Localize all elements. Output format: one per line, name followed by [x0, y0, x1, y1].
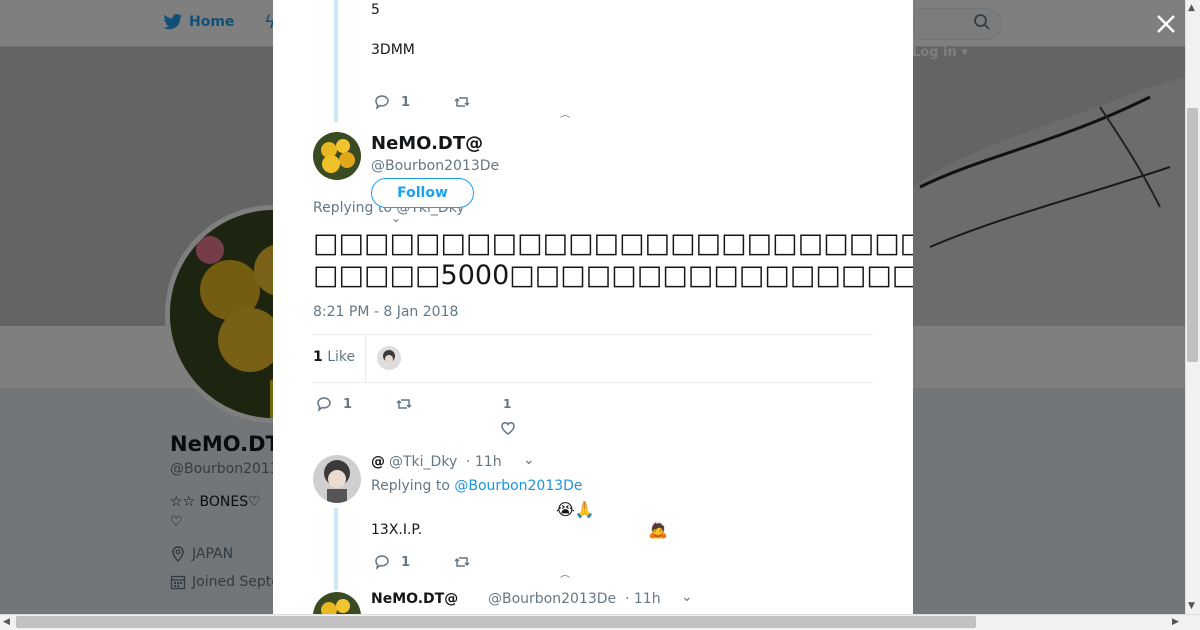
tweet-time[interactable]: · 11h [625, 591, 661, 607]
reply-emojis: 😭🙏 [556, 500, 595, 519]
retweet-icon[interactable] [453, 553, 471, 571]
reply-time[interactable]: · 11h [466, 454, 502, 470]
tweet-author-avatar[interactable] [313, 592, 361, 614]
reply-count: 1 [343, 396, 353, 412]
chevron-down-icon[interactable]: ⌄ [681, 589, 693, 605]
chevron-down-icon[interactable]: ⌄ [523, 452, 535, 468]
likes-stat[interactable]: 1 Like [313, 349, 355, 365]
tweet-author-handle[interactable]: @Bourbon2013De [371, 158, 499, 174]
more-replies-indicator[interactable]: ⌒ [560, 112, 570, 127]
divider [313, 382, 873, 383]
scroll-right-arrow[interactable]: ▶ [1172, 617, 1179, 627]
tweet-text-line: □□□□□□□□□□□□□□□□□□□□□□□□□□□□X.I.P.□□□□□□… [313, 228, 913, 259]
replying-handle-link[interactable]: @Bourbon2013De [454, 478, 582, 494]
retweet-icon[interactable] [453, 93, 471, 111]
reply-icon [375, 95, 389, 110]
reply-replying-to: Replying to @Bourbon2013De [371, 478, 583, 494]
reply-author-avatar[interactable] [313, 455, 361, 503]
likes-label: Like [327, 349, 356, 365]
close-icon[interactable] [1152, 10, 1180, 38]
likes-count: 1 [313, 349, 323, 365]
reply-text: 13X.I.P. [371, 522, 423, 538]
scroll-down-arrow[interactable]: ▼ [1188, 601, 1195, 611]
reply-count: 1 [401, 94, 411, 110]
horizontal-scroll-thumb[interactable] [16, 616, 976, 628]
prev-tweet-line: 5 [371, 2, 380, 18]
reply-count: 1 [401, 554, 411, 570]
scroll-left-arrow[interactable]: ◀ [3, 617, 10, 627]
tweet-timestamp[interactable]: 8:21 PM - 8 Jan 2018 [313, 304, 458, 320]
reply-author-name[interactable]: @ [371, 454, 385, 470]
reply-icon [375, 555, 389, 570]
retweet-icon[interactable] [395, 395, 413, 413]
reply-icon [317, 397, 331, 412]
follow-button[interactable]: Follow [371, 178, 474, 208]
heart-icon[interactable] [499, 419, 517, 437]
scroll-up-arrow[interactable]: ▲ [1188, 3, 1195, 13]
replying-prefix: Replying to [371, 478, 450, 494]
reply-action[interactable]: 1 [373, 93, 410, 111]
tweet-author-name[interactable]: NeMO.DT@ [371, 591, 458, 607]
tweet-author-name[interactable]: NeMO.DT@ [371, 133, 483, 154]
tweet-author-avatar[interactable] [313, 132, 361, 180]
tweet-author-handle[interactable]: @Bourbon2013De [488, 591, 616, 607]
divider [313, 334, 873, 335]
prev-tweet-line: 3DMM [371, 42, 415, 58]
more-replies-indicator[interactable]: ⌒ [560, 572, 570, 587]
tweet-modal: 5 3DMM 1 ⌒ NeMO.DT@ @Bourbon2013De Reply… [273, 0, 913, 614]
tweet-text-line: □□□□□5000□□□□□□□□□□□□□□□□□13□□□□□□□□□□□□… [313, 260, 913, 291]
chevron-down-icon[interactable]: ⌄ [391, 211, 401, 225]
reply-action[interactable]: 1 [373, 553, 410, 571]
like-count: 1 [503, 397, 512, 411]
liker-avatar[interactable] [377, 346, 401, 370]
divider [365, 335, 366, 382]
reply-action[interactable]: 1 [315, 395, 352, 413]
reply-emoji: 🙇 [648, 520, 668, 539]
reply-author-handle[interactable]: @Tki_Dky [389, 454, 457, 470]
vertical-scroll-thumb[interactable] [1187, 108, 1198, 362]
thread-line [334, 508, 338, 590]
thread-line [334, 0, 338, 122]
